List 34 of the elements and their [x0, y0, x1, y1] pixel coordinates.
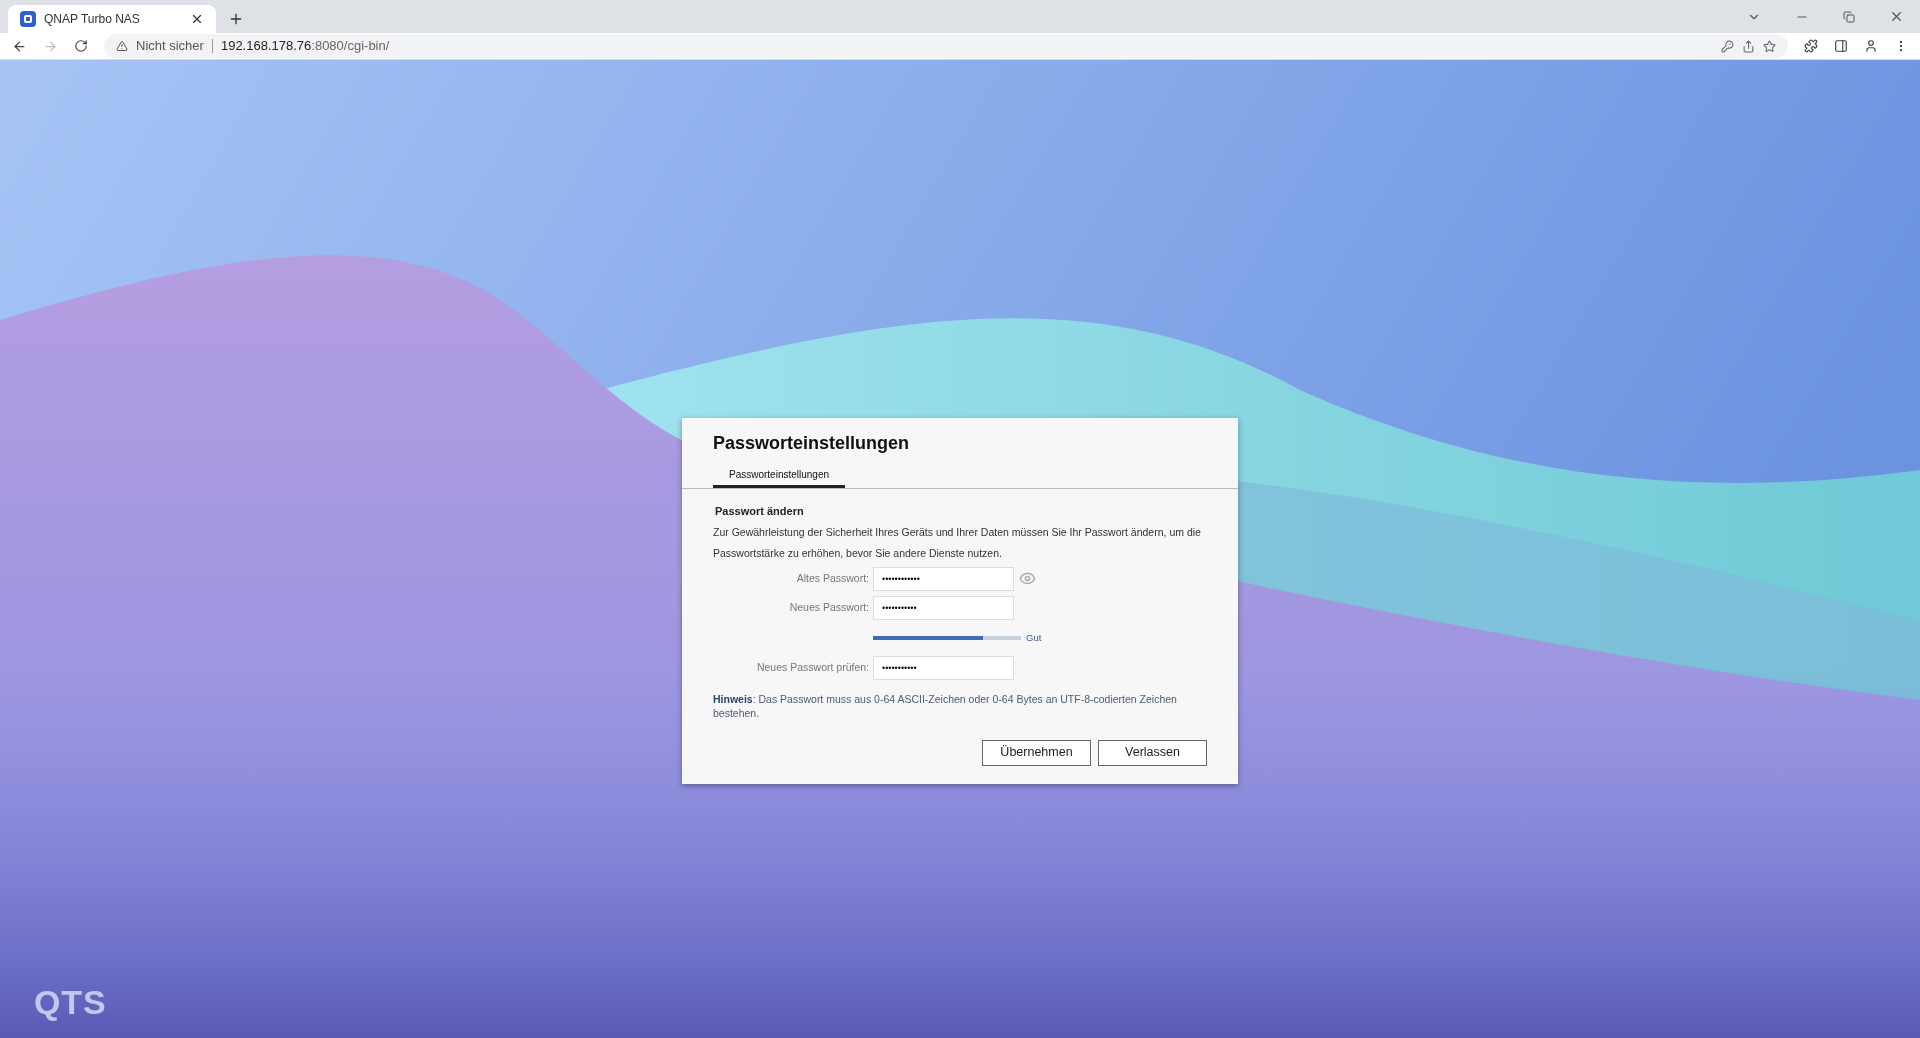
strength-label: Gut — [1026, 630, 1042, 645]
star-icon[interactable] — [1763, 39, 1776, 53]
qts-logo: QTS — [34, 982, 107, 1023]
dialog-button[interactable]: Verlassen — [1098, 739, 1207, 766]
profile-icon[interactable] — [1864, 39, 1878, 53]
close-icon[interactable] — [190, 12, 204, 26]
restore-icon[interactable] — [1843, 10, 1855, 23]
nas-logo-icon — [20, 11, 36, 27]
settings-tab[interactable]: Passworteinstellungen — [713, 467, 846, 488]
field-label: Altes Passwort: — [795, 570, 870, 586]
back-icon[interactable] — [12, 38, 27, 54]
hint-text: Hinweis: Das Passwort muss aus 0-64 ASCII-Zeichen oder 0-64 Bytes an UTF-8-codierten Zeichen bestehen. — [713, 691, 1178, 720]
section-heading: Passwort ändern — [714, 504, 805, 519]
share-icon[interactable] — [1742, 39, 1755, 53]
address-bar[interactable]: Nicht sicher 192.168.178.76:8080/cgi-bin/ — [104, 34, 1788, 58]
url-text: 192.168.178.76:8080/cgi-bin/ — [220, 37, 390, 56]
field-label: Neues Passwort prüfen: — [755, 659, 870, 675]
dialog-button[interactable]: Übernehmen — [982, 739, 1091, 766]
security-label: Nicht sicher — [136, 37, 204, 56]
browser-tab[interactable]: QNAP Turbo NAS — [8, 5, 216, 33]
tab-title: QNAP Turbo NAS — [44, 11, 141, 28]
password-field[interactable]: ••••••••••• — [873, 595, 1014, 620]
field-label: Neues Passwort: — [788, 599, 870, 615]
key-icon[interactable] — [1721, 39, 1734, 53]
side-panel-icon[interactable] — [1834, 39, 1848, 53]
dialog-title: Passworteinstellungen — [712, 432, 911, 455]
warning-icon[interactable] — [116, 40, 128, 52]
password-field[interactable]: ••••••••••• — [873, 655, 1014, 680]
password-field[interactable]: •••••••••••• — [873, 566, 1014, 591]
new-tab-icon[interactable] — [228, 11, 244, 27]
description-text: Zur Gewährleistung der Sicherheit Ihres Geräts und Ihrer Daten müssen Sie Ihr Passwort ändern, um die Passwortstärke zu erhöhen, bevor Sie andere Dienste nutzen. — [713, 524, 1202, 561]
close-icon[interactable] — [1889, 9, 1904, 24]
reload-icon[interactable] — [74, 39, 88, 53]
extensions-icon[interactable] — [1804, 39, 1818, 53]
